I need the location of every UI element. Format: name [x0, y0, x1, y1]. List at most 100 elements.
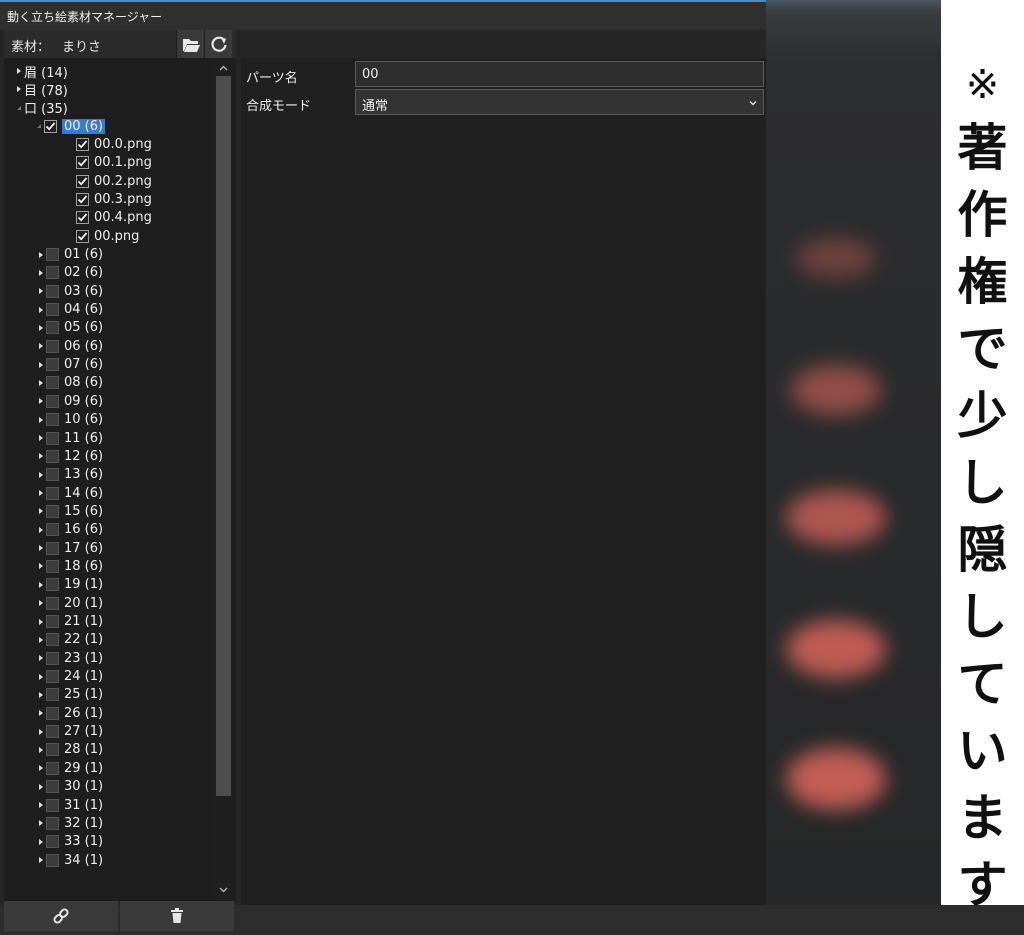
checkbox[interactable] — [46, 284, 59, 298]
tree-part-item[interactable]: 33 (1) — [36, 833, 103, 851]
tree-part-item[interactable]: 27 (1) — [36, 723, 103, 741]
expand-arrow-icon[interactable] — [14, 62, 24, 80]
checkbox-checked[interactable] — [44, 119, 57, 133]
blend-mode-select[interactable]: 通常 — [355, 89, 764, 115]
checkbox[interactable] — [46, 743, 59, 757]
expanded-arrow-icon[interactable] — [14, 99, 24, 117]
expand-arrow-icon[interactable] — [36, 759, 46, 777]
tree-file-item[interactable]: 00.2.png — [66, 172, 152, 190]
expand-arrow-icon[interactable] — [36, 282, 46, 300]
checkbox[interactable] — [46, 504, 59, 518]
checkbox[interactable] — [46, 303, 59, 317]
checkbox[interactable] — [46, 706, 59, 720]
checkbox[interactable] — [46, 780, 59, 794]
checkbox-checked[interactable] — [76, 211, 89, 225]
expand-arrow-icon[interactable] — [14, 80, 24, 98]
checkbox-checked[interactable] — [76, 137, 89, 151]
tree-part-item[interactable]: 10 (6) — [36, 411, 103, 429]
checkbox[interactable] — [46, 633, 59, 647]
expanded-arrow-icon[interactable] — [34, 117, 44, 135]
tree-part-item[interactable]: 23 (1) — [36, 649, 103, 667]
scroll-thumb[interactable] — [216, 76, 231, 796]
tree-part-item[interactable]: 29 (1) — [36, 759, 103, 777]
part-name-input[interactable]: 00 — [355, 61, 764, 87]
scroll-up-icon[interactable] — [217, 62, 230, 75]
tree-part-item[interactable]: 24 (1) — [36, 668, 103, 686]
checkbox[interactable] — [46, 449, 59, 463]
tree-part-item[interactable]: 31 (1) — [36, 796, 103, 814]
tree-part-item[interactable]: 22 (1) — [36, 631, 103, 649]
tree-part-item[interactable]: 26 (1) — [36, 704, 103, 722]
expand-arrow-icon[interactable] — [36, 319, 46, 337]
tree-part-item-selected[interactable]: 00 (6) — [34, 117, 106, 135]
checkbox[interactable] — [46, 761, 59, 775]
expand-arrow-icon[interactable] — [36, 613, 46, 631]
expand-arrow-icon[interactable] — [36, 594, 46, 612]
checkbox-checked[interactable] — [76, 229, 89, 243]
tree-part-item[interactable]: 07 (6) — [36, 356, 103, 374]
expand-arrow-icon[interactable] — [36, 686, 46, 704]
checkbox[interactable] — [46, 670, 59, 684]
tree-file-item[interactable]: 00.4.png — [66, 209, 152, 227]
tree-part-item[interactable]: 19 (1) — [36, 576, 103, 594]
tree-part-item[interactable]: 18 (6) — [36, 557, 103, 575]
expand-arrow-icon[interactable] — [36, 466, 46, 484]
checkbox-checked[interactable] — [76, 156, 89, 170]
expand-arrow-icon[interactable] — [36, 392, 46, 410]
tree-file-item[interactable]: 00.png — [66, 227, 139, 245]
expand-arrow-icon[interactable] — [36, 264, 46, 282]
tree-part-item[interactable]: 11 (6) — [36, 429, 103, 447]
tree-part-item[interactable]: 16 (6) — [36, 521, 103, 539]
tree-part-item[interactable]: 34 (1) — [36, 851, 103, 869]
tree-file-item[interactable]: 00.0.png — [66, 135, 152, 153]
checkbox[interactable] — [46, 248, 59, 261]
tree-part-item[interactable]: 01 (6) — [36, 246, 103, 264]
tree-part-item[interactable]: 03 (6) — [36, 282, 103, 300]
checkbox[interactable] — [46, 376, 59, 390]
checkbox[interactable] — [46, 541, 59, 555]
expand-arrow-icon[interactable] — [36, 649, 46, 667]
link-button[interactable] — [4, 901, 118, 931]
tree-view[interactable]: 眉 (14) 目 (78) 口 (35) 00 (6) 00.0.png 00.1.png… — [4, 60, 212, 898]
tree-file-item[interactable]: 00.3.png — [66, 190, 152, 208]
tree-part-item[interactable]: 32 (1) — [36, 814, 103, 832]
checkbox[interactable] — [46, 816, 59, 830]
tree-part-item[interactable]: 12 (6) — [36, 447, 103, 465]
expand-arrow-icon[interactable] — [36, 447, 46, 465]
expand-arrow-icon[interactable] — [36, 741, 46, 759]
tree-part-item[interactable]: 20 (1) — [36, 594, 103, 612]
delete-button[interactable] — [120, 901, 234, 931]
checkbox[interactable] — [46, 615, 59, 628]
tree-part-item[interactable]: 13 (6) — [36, 466, 103, 484]
checkbox[interactable] — [46, 358, 59, 372]
expand-arrow-icon[interactable] — [36, 411, 46, 429]
checkbox[interactable] — [46, 321, 59, 335]
expand-arrow-icon[interactable] — [36, 502, 46, 520]
checkbox[interactable] — [46, 798, 59, 812]
checkbox[interactable] — [46, 266, 59, 280]
tree-part-item[interactable]: 25 (1) — [36, 686, 103, 704]
tree-scrollbar[interactable] — [214, 60, 233, 898]
tree-part-item[interactable]: 17 (6) — [36, 539, 103, 557]
tree-part-item[interactable]: 06 (6) — [36, 337, 103, 355]
checkbox[interactable] — [46, 688, 59, 702]
tree-part-item[interactable]: 09 (6) — [36, 392, 103, 410]
expand-arrow-icon[interactable] — [36, 576, 46, 594]
expand-arrow-icon[interactable] — [36, 814, 46, 832]
tree-part-item[interactable]: 02 (6) — [36, 264, 103, 282]
tree-group-item[interactable]: 口 (35) — [14, 99, 68, 117]
expand-arrow-icon[interactable] — [36, 374, 46, 392]
expand-arrow-icon[interactable] — [36, 668, 46, 686]
expand-arrow-icon[interactable] — [36, 246, 46, 264]
checkbox[interactable] — [46, 431, 59, 445]
checkbox[interactable] — [46, 523, 59, 537]
expand-arrow-icon[interactable] — [36, 851, 46, 869]
tree-group-item[interactable]: 目 (78) — [14, 80, 68, 99]
tree-part-item[interactable]: 08 (6) — [36, 374, 103, 392]
expand-arrow-icon[interactable] — [36, 557, 46, 575]
expand-arrow-icon[interactable] — [36, 796, 46, 814]
tree-part-item[interactable]: 28 (1) — [36, 741, 103, 759]
expand-arrow-icon[interactable] — [36, 539, 46, 557]
checkbox[interactable] — [46, 835, 59, 849]
checkbox[interactable] — [46, 578, 59, 592]
